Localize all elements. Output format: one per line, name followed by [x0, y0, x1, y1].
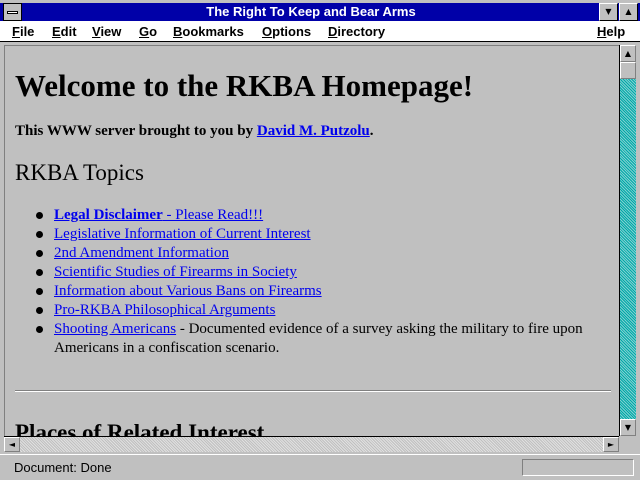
- author-link[interactable]: David M. Putzolu: [257, 123, 370, 139]
- arrow-down-icon[interactable]: ▼: [620, 419, 636, 436]
- list-item: Pro-RKBA Philosophical Arguments: [15, 301, 615, 320]
- scrollbar-corner: [619, 436, 636, 452]
- bullet-icon: [36, 212, 43, 219]
- maximize-icon[interactable]: ▲: [619, 3, 638, 21]
- bullet-icon: [36, 231, 43, 238]
- bullet-icon: [36, 326, 43, 333]
- progress-indicator: [522, 459, 634, 476]
- bullet-icon: [36, 307, 43, 314]
- list-item: Shooting Americans - Documented evidence…: [15, 320, 615, 358]
- arrow-up-icon[interactable]: ▲: [620, 45, 636, 62]
- menu-directory[interactable]: Directory: [328, 23, 385, 40]
- list-item: Information about Various Bans on Firear…: [15, 282, 615, 301]
- bullet-icon: [36, 269, 43, 276]
- status-text: Document: Done: [14, 460, 112, 475]
- list-item: Legislative Information of Current Inter…: [15, 225, 615, 244]
- vertical-scrollbar[interactable]: ▲ ▼: [619, 45, 636, 436]
- minimize-icon[interactable]: ▼: [599, 3, 618, 21]
- menu-bar: File Edit View Go Bookmarks Options Dire…: [0, 21, 640, 42]
- topics-list: Legal Disclaimer - Please Read!!! Legisl…: [15, 206, 615, 358]
- topic-link-label: Legal Disclaimer: [54, 207, 163, 223]
- vertical-scroll-thumb[interactable]: [620, 62, 636, 79]
- topic-link-bans[interactable]: Information about Various Bans on Firear…: [54, 283, 322, 299]
- title-bar[interactable]: The Right To Keep and Bear Arms ▼ ▲: [0, 3, 640, 21]
- menu-view[interactable]: View: [92, 23, 121, 40]
- vertical-scroll-track[interactable]: [620, 62, 636, 419]
- arrow-left-icon[interactable]: ◄: [4, 437, 20, 452]
- topic-link-2nd-amendment[interactable]: 2nd Amendment Information: [54, 245, 229, 261]
- menu-edit[interactable]: Edit: [52, 23, 77, 40]
- horizontal-scroll-track[interactable]: [20, 437, 603, 452]
- list-item: Legal Disclaimer - Please Read!!!: [15, 206, 615, 225]
- horizontal-scrollbar[interactable]: ◄ ►: [4, 436, 619, 452]
- browser-window: The Right To Keep and Bear Arms ▼ ▲ File…: [0, 0, 640, 480]
- bullet-icon: [36, 250, 43, 257]
- window-title: The Right To Keep and Bear Arms: [206, 4, 416, 19]
- topic-link-suffix: - Please Read!!!: [162, 207, 264, 223]
- topic-link-legislative[interactable]: Legislative Information of Current Inter…: [54, 226, 311, 242]
- topic-link-philosophical[interactable]: Pro-RKBA Philosophical Arguments: [54, 302, 275, 318]
- system-menu-icon[interactable]: [3, 3, 22, 21]
- byline-prefix: This WWW server brought to you by: [15, 123, 257, 139]
- horizontal-rule: [15, 390, 611, 392]
- byline-suffix: .: [369, 123, 374, 139]
- list-item: 2nd Amendment Information: [15, 244, 615, 263]
- arrow-right-icon[interactable]: ►: [603, 437, 619, 452]
- topic-link-shooting-americans[interactable]: Shooting Americans: [54, 321, 176, 337]
- page-title: Welcome to the RKBA Homepage!: [15, 68, 474, 103]
- byline: This WWW server brought to you by David …: [15, 123, 374, 140]
- menu-go[interactable]: Go: [139, 23, 157, 40]
- menu-options[interactable]: Options: [262, 23, 311, 40]
- topic-link-scientific-studies[interactable]: Scientific Studies of Firearms in Societ…: [54, 264, 297, 280]
- menu-bookmarks[interactable]: Bookmarks: [173, 23, 244, 40]
- topics-heading: RKBA Topics: [15, 160, 144, 185]
- places-heading: Places of Related Interest: [15, 420, 265, 436]
- topic-link-legal-disclaimer[interactable]: Legal Disclaimer - Please Read!!!: [54, 207, 263, 223]
- list-item: Scientific Studies of Firearms in Societ…: [15, 263, 615, 282]
- document-viewport[interactable]: Welcome to the RKBA Homepage! This WWW s…: [4, 45, 619, 436]
- status-bar: Document: Done: [0, 454, 640, 480]
- menu-help[interactable]: Help: [597, 23, 625, 40]
- bullet-icon: [36, 288, 43, 295]
- menu-file[interactable]: File: [12, 23, 34, 40]
